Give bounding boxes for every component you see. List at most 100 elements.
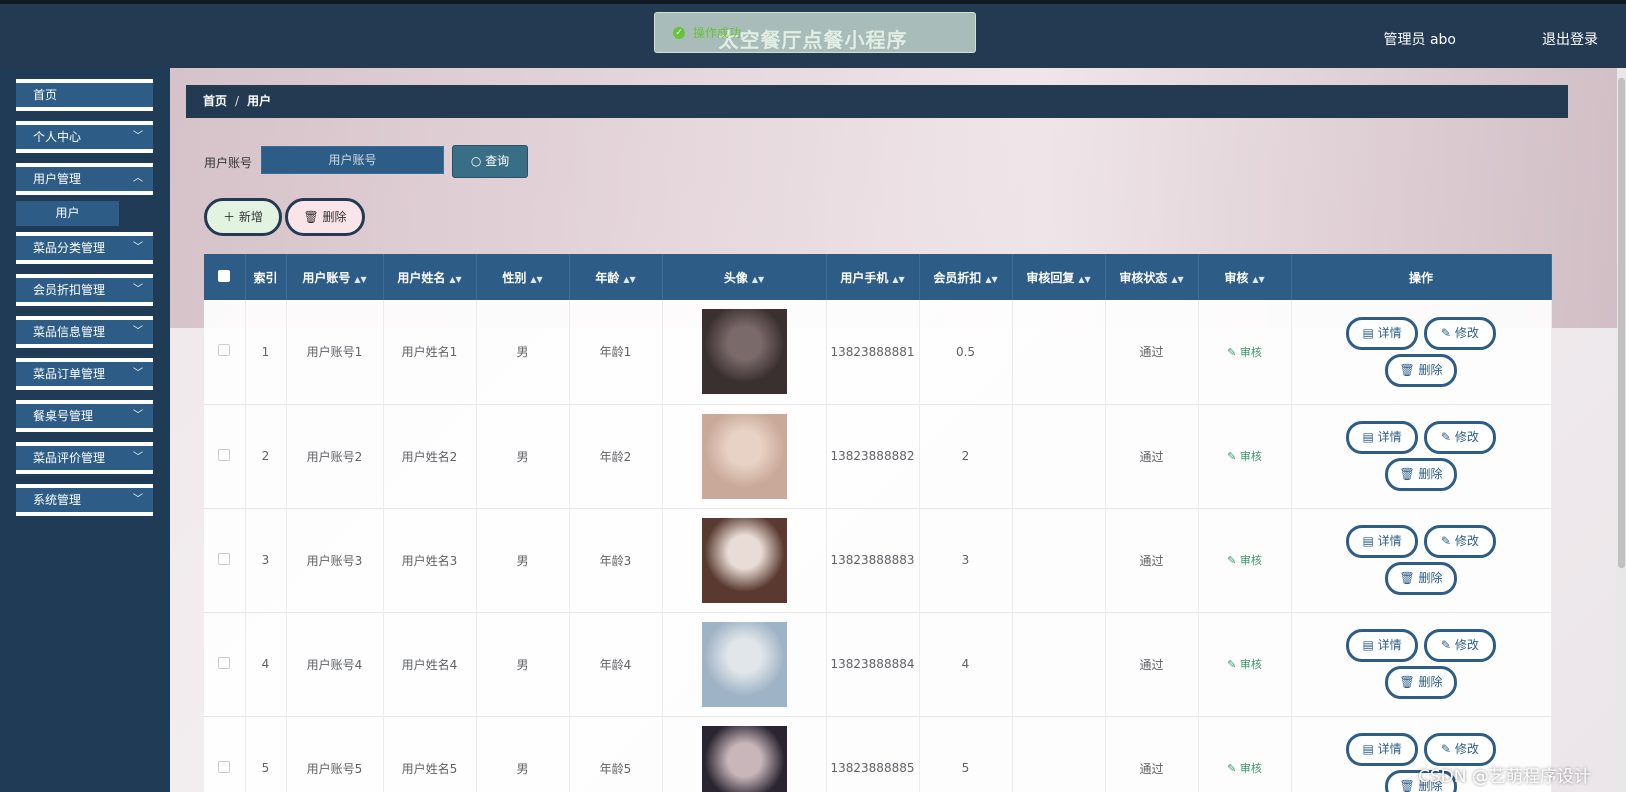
cell-gender: 男 [476,508,570,612]
sidebar-item-label: 用户管理 [33,172,82,186]
add-button[interactable]: ＋ 新增 [204,198,282,236]
sidebar-item-discount-management[interactable]: 会员折扣管理 ﹀ [16,274,153,306]
delete-button[interactable]: 🗑 删除 [1385,353,1457,387]
cell-account: 用户账号2 [286,404,384,508]
cell-audit: ✎ 审核 [1198,716,1292,792]
detail-button[interactable]: ▤ 详情 [1346,316,1419,350]
cell-age: 年龄5 [569,716,663,792]
audit-link[interactable]: ✎ 审核 [1227,554,1262,567]
sidebar-item-label: 菜品信息管理 [33,325,106,339]
trash-icon: 🗑 [1399,675,1419,689]
cell-name: 用户姓名5 [383,716,477,792]
column-header[interactable]: 会员折扣 ▲▼ [919,254,1013,300]
column-header[interactable]: 用户账号 ▲▼ [286,254,384,300]
select-all-cell[interactable] [204,254,246,300]
row-select-cell[interactable] [204,612,246,716]
sidebar-item-label: 菜品评价管理 [33,451,106,465]
sidebar-item-table-management[interactable]: 餐桌号管理 ﹀ [16,400,153,432]
row-select-cell[interactable] [204,508,246,612]
sort-icon[interactable]: ▲▼ [623,275,635,284]
sidebar-item-home[interactable]: 首页 [16,79,153,111]
edit-button[interactable]: ✎ 修改 [1423,421,1496,454]
table-row: 5 用户账号5 用户姓名5 男 年龄5 13823888885 5 通过 ✎ 审… [204,716,1552,792]
query-button[interactable]: ○ 查询 [452,145,528,178]
cell-account: 用户账号1 [286,300,384,404]
sidebar-item-label: 菜品分类管理 [33,241,106,255]
chevron-down-icon: ﹀ [133,368,143,379]
cell-avatar [662,612,827,716]
sidebar-item-category-management[interactable]: 菜品分类管理 ﹀ [16,232,153,264]
cell-audit: ✎ 审核 [1198,508,1292,612]
audit-link[interactable]: ✎ 审核 [1227,450,1262,463]
detail-button[interactable]: ▤ 详情 [1346,629,1419,662]
sidebar-item-user-management[interactable]: 用户管理 ︿ [16,163,153,195]
column-header[interactable]: 头像 ▲▼ [662,254,827,300]
row-checkbox[interactable] [218,552,231,565]
edit-icon: ✎ [1227,450,1240,463]
detail-button[interactable]: ▤ 详情 [1346,525,1419,558]
edit-button[interactable]: ✎ 修改 [1423,525,1496,558]
row-select-cell[interactable] [204,404,246,508]
delete-button[interactable]: 🗑 删除 [1385,666,1457,699]
sort-icon[interactable]: ▲▼ [752,275,764,284]
audit-link[interactable]: ✎ 审核 [1227,762,1262,775]
edit-icon: ✎ [1440,742,1455,756]
sidebar-item-personal-center[interactable]: 个人中心 ﹀ [16,121,153,153]
sort-icon[interactable]: ▲▼ [1252,275,1264,284]
sort-icon[interactable]: ▲▼ [530,275,542,284]
column-header[interactable]: 用户手机 ▲▼ [826,254,920,300]
detail-button[interactable]: ▤ 详情 [1346,733,1419,766]
row-select-cell[interactable] [204,716,246,792]
row-select-cell[interactable] [204,300,246,404]
row-checkbox[interactable] [218,344,231,357]
column-header[interactable]: 年龄 ▲▼ [569,254,663,300]
sort-icon[interactable]: ▲▼ [1078,275,1090,284]
account-search-input[interactable] [261,146,444,174]
scroll-thumb[interactable] [1618,78,1625,568]
batch-delete-button[interactable]: 🗑 删除 [285,198,365,236]
edit-button[interactable]: ✎ 修改 [1423,316,1496,350]
select-all-checkbox[interactable] [218,269,231,282]
sort-icon[interactable]: ▲▼ [449,275,461,284]
column-header[interactable]: 审核 ▲▼ [1198,254,1292,300]
delete-button[interactable]: 🗑 删除 [1385,562,1457,595]
cell-reply [1012,612,1106,716]
chevron-down-icon: ﹀ [133,410,143,421]
avatar [701,309,787,395]
delete-button[interactable]: 🗑 删除 [1385,458,1457,491]
vertical-scrollbar[interactable] [1617,68,1626,792]
cell-reply [1012,508,1106,612]
logout-link[interactable]: 退出登录 [1542,29,1598,49]
column-header[interactable]: 审核状态 ▲▼ [1105,254,1199,300]
sidebar-item-review-management[interactable]: 菜品评价管理 ﹀ [16,442,153,474]
audit-link[interactable]: ✎ 审核 [1227,658,1262,671]
sidebar-subitem-user[interactable]: 用户 [16,201,119,226]
sort-icon[interactable]: ▲▼ [1171,275,1183,284]
column-header[interactable]: 用户姓名 ▲▼ [383,254,477,300]
cell-operations: ▤ 详情 ✎ 修改 🗑 删除 [1291,404,1552,508]
row-checkbox[interactable] [218,448,231,461]
row-checkbox[interactable] [218,760,231,773]
sort-icon[interactable]: ▲▼ [985,275,997,284]
edit-button[interactable]: ✎ 修改 [1423,629,1496,662]
column-header[interactable]: 性别 ▲▼ [476,254,570,300]
edit-icon: ✎ [1227,554,1240,567]
sidebar-item-dish-info-management[interactable]: 菜品信息管理 ﹀ [16,316,153,348]
sort-icon[interactable]: ▲▼ [354,275,366,284]
toast-text: 操作成功 [693,26,742,40]
detail-button[interactable]: ▤ 详情 [1346,421,1419,454]
sidebar-item-label: 餐桌号管理 [33,409,94,423]
cell-index: 1 [245,300,287,404]
user-table: 索引 用户账号 ▲▼ 用户姓名 ▲▼ 性别 ▲▼ 年龄 ▲▼ 头像 ▲▼ 用户手机 ▲▼ 会… [204,254,1552,792]
row-checkbox[interactable] [218,656,231,669]
trash-icon: 🗑 [1399,779,1419,792]
sidebar-item-order-management[interactable]: 菜品订单管理 ﹀ [16,358,153,390]
sidebar-item-system-management[interactable]: 系统管理 ﹀ [16,484,153,516]
cell-age: 年龄2 [569,404,663,508]
audit-link[interactable]: ✎ 审核 [1227,346,1262,359]
breadcrumb-home[interactable]: 首页 [203,94,227,108]
sort-icon[interactable]: ▲▼ [892,275,904,284]
column-header[interactable]: 审核回复 ▲▼ [1012,254,1106,300]
search-icon: ○ [470,154,482,168]
cell-avatar [662,508,827,612]
